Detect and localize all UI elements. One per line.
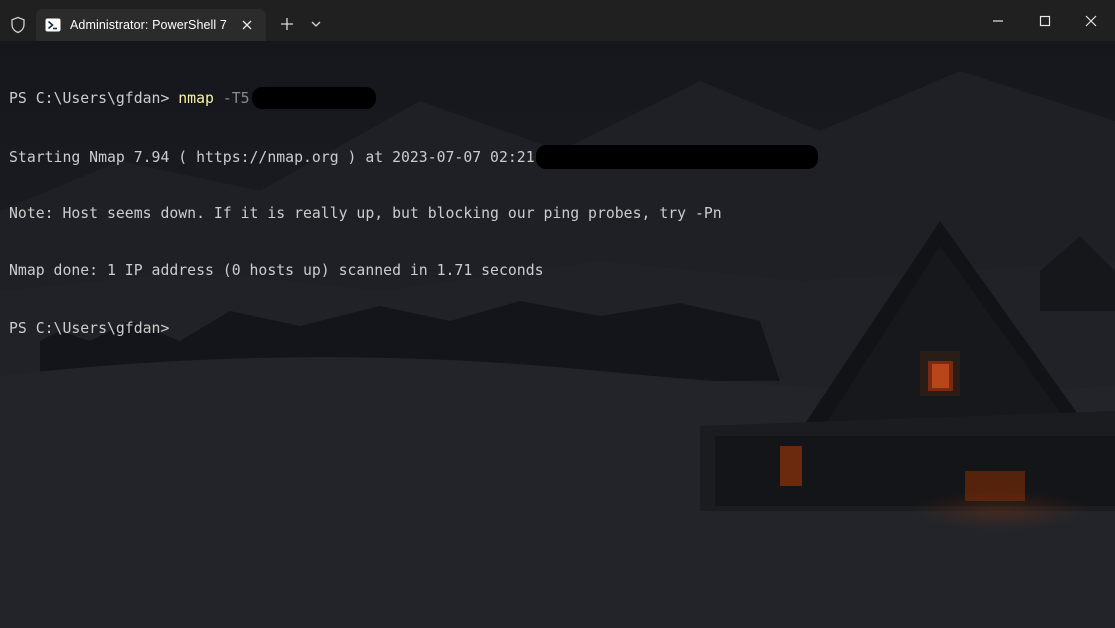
minimize-button[interactable] [984, 8, 1012, 34]
powershell-icon [45, 18, 61, 32]
terminal-line: PS C:\Users\gfdan> [9, 319, 817, 338]
terminal-line: Note: Host seems down. If it is really u… [9, 204, 817, 223]
terminal-output: PS C:\Users\gfdan> nmap -T5 Starting Nma… [9, 50, 818, 376]
terminal-line: Starting Nmap 7.94 ( https://nmap.org ) … [9, 145, 818, 169]
redacted-block [535, 145, 818, 169]
chevron-down-icon[interactable] [306, 13, 326, 35]
terminal-pane[interactable]: PS C:\Users\gfdan> nmap -T5 Starting Nma… [0, 41, 1115, 628]
new-tab-button[interactable] [276, 13, 298, 35]
tab-powershell[interactable]: Administrator: PowerShell 7 [36, 9, 266, 41]
redacted-block [251, 87, 376, 110]
terminal-line: Nmap done: 1 IP address (0 hosts up) sca… [9, 261, 817, 280]
shield-icon [11, 16, 25, 34]
title-bar: Administrator: PowerShell 7 [0, 0, 1115, 41]
close-tab-icon[interactable] [240, 18, 254, 32]
maximize-button[interactable] [1031, 8, 1059, 34]
close-window-button[interactable] [1077, 8, 1105, 34]
command-param: -T5 [213, 90, 250, 108]
output-text: Starting Nmap 7.94 ( https://nmap.org ) … [9, 149, 535, 166]
tab-title: Administrator: PowerShell 7 [70, 18, 227, 32]
prompt: PS C:\Users\gfdan> [9, 319, 170, 337]
prompt: PS C:\Users\gfdan> [9, 90, 179, 108]
output-text: Note: Host seems down. If it is really u… [9, 204, 722, 222]
terminal-line: PS C:\Users\gfdan> nmap -T5 [9, 87, 817, 110]
terminal-window: Administrator: PowerShell 7 PS C:\Users\… [0, 0, 1115, 628]
output-text: Nmap done: 1 IP address (0 hosts up) sca… [9, 262, 544, 280]
command-text: nmap [178, 90, 214, 108]
